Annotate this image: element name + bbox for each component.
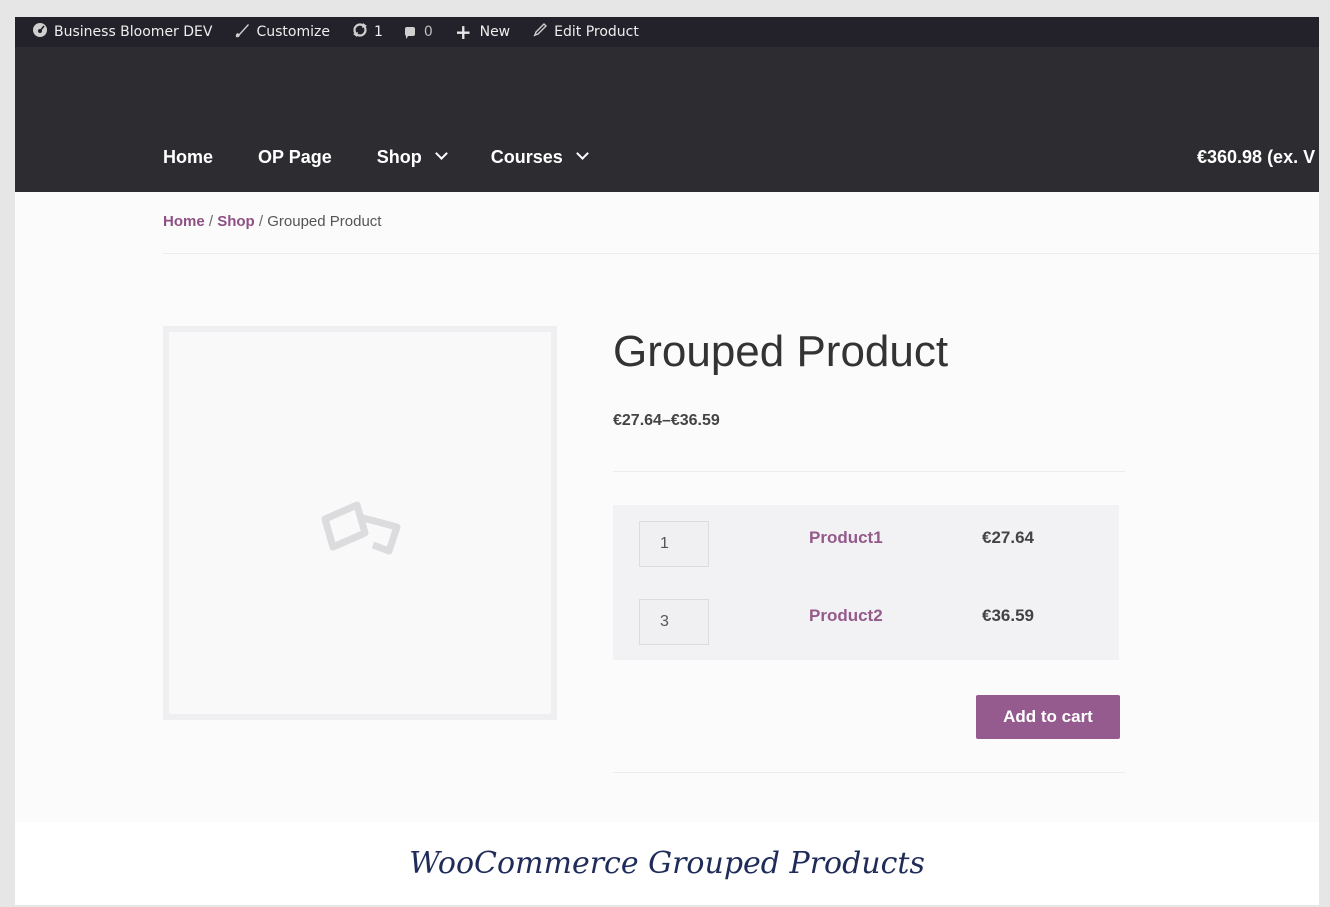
comment-icon: [404, 26, 415, 39]
admin-bar-edit-product[interactable]: Edit Product: [532, 17, 639, 47]
product-link[interactable]: Product1: [809, 528, 883, 548]
admin-bar-new[interactable]: + New: [455, 17, 510, 47]
divider: [613, 772, 1125, 773]
breadcrumb-current: Grouped Product: [267, 213, 382, 230]
admin-bar-comments[interactable]: 0: [404, 17, 433, 47]
edit-product-label: Edit Product: [554, 24, 639, 40]
price-range: €27.64–€36.59: [613, 412, 720, 429]
dashboard-icon: [32, 22, 48, 42]
image-caption: WooCommerce Grouped Products: [15, 822, 1319, 905]
product-link[interactable]: Product2: [809, 606, 883, 626]
admin-bar-site[interactable]: Business Bloomer DEV: [32, 17, 212, 47]
main-nav: Home OP Page Shop Courses: [163, 147, 632, 168]
brush-icon: [234, 22, 250, 42]
grouped-products-table: 1 Product1 €27.64 3 Product2 €36.59: [613, 505, 1119, 660]
product-image[interactable]: [163, 326, 557, 720]
nav-item-label: OP Page: [258, 147, 332, 167]
admin-bar: Business Bloomer DEV Customize 1 0 + New: [15, 17, 1319, 47]
site-name: Business Bloomer DEV: [54, 24, 213, 40]
divider: [163, 253, 1319, 254]
admin-bar-customize[interactable]: Customize: [234, 17, 330, 47]
chevron-down-icon: [434, 147, 448, 160]
customize-label: Customize: [256, 24, 330, 40]
nav-item-shop[interactable]: Shop: [376, 147, 448, 168]
breadcrumb-home-link[interactable]: Home: [163, 213, 205, 230]
product-title: Grouped Product: [613, 327, 949, 376]
nav-item-label: Courses: [490, 147, 563, 167]
divider: [613, 471, 1125, 472]
updates-count: 1: [373, 24, 383, 40]
breadcrumb-separator: /: [254, 213, 268, 230]
site-header: Home OP Page Shop Courses €360.98 (ex. V: [15, 47, 1319, 192]
chevron-down-icon: [575, 147, 589, 160]
comments-count: 0: [423, 24, 433, 40]
nav-item-label: Home: [163, 147, 214, 167]
breadcrumb-shop-link[interactable]: Shop: [217, 213, 255, 230]
quantity-input[interactable]: 1: [639, 521, 709, 567]
plus-icon: +: [454, 20, 472, 44]
breadcrumb: Home / Shop / Grouped Product: [163, 213, 381, 230]
refresh-icon: [352, 22, 368, 42]
nav-item-label: Shop: [376, 147, 422, 167]
breadcrumb-separator: /: [204, 213, 218, 230]
product-price: €36.59: [982, 606, 1034, 625]
add-to-cart-button[interactable]: Add to cart: [976, 695, 1120, 739]
screenshot-frame: Business Bloomer DEV Customize 1 0 + New: [15, 17, 1319, 905]
nav-item-op-page[interactable]: OP Page: [258, 147, 332, 168]
new-label: New: [479, 24, 511, 40]
pencil-icon: [532, 22, 548, 42]
product-price: €27.64: [982, 528, 1034, 547]
cart-total[interactable]: €360.98 (ex. V: [1197, 147, 1315, 168]
nav-item-home[interactable]: Home: [163, 147, 213, 168]
image-placeholder-icon: [321, 501, 401, 555]
admin-bar-updates[interactable]: 1: [352, 17, 383, 47]
product-page: Home / Shop / Grouped Product Grouped Pr…: [15, 192, 1319, 822]
nav-item-courses[interactable]: Courses: [490, 147, 589, 168]
quantity-input[interactable]: 3: [639, 599, 709, 645]
